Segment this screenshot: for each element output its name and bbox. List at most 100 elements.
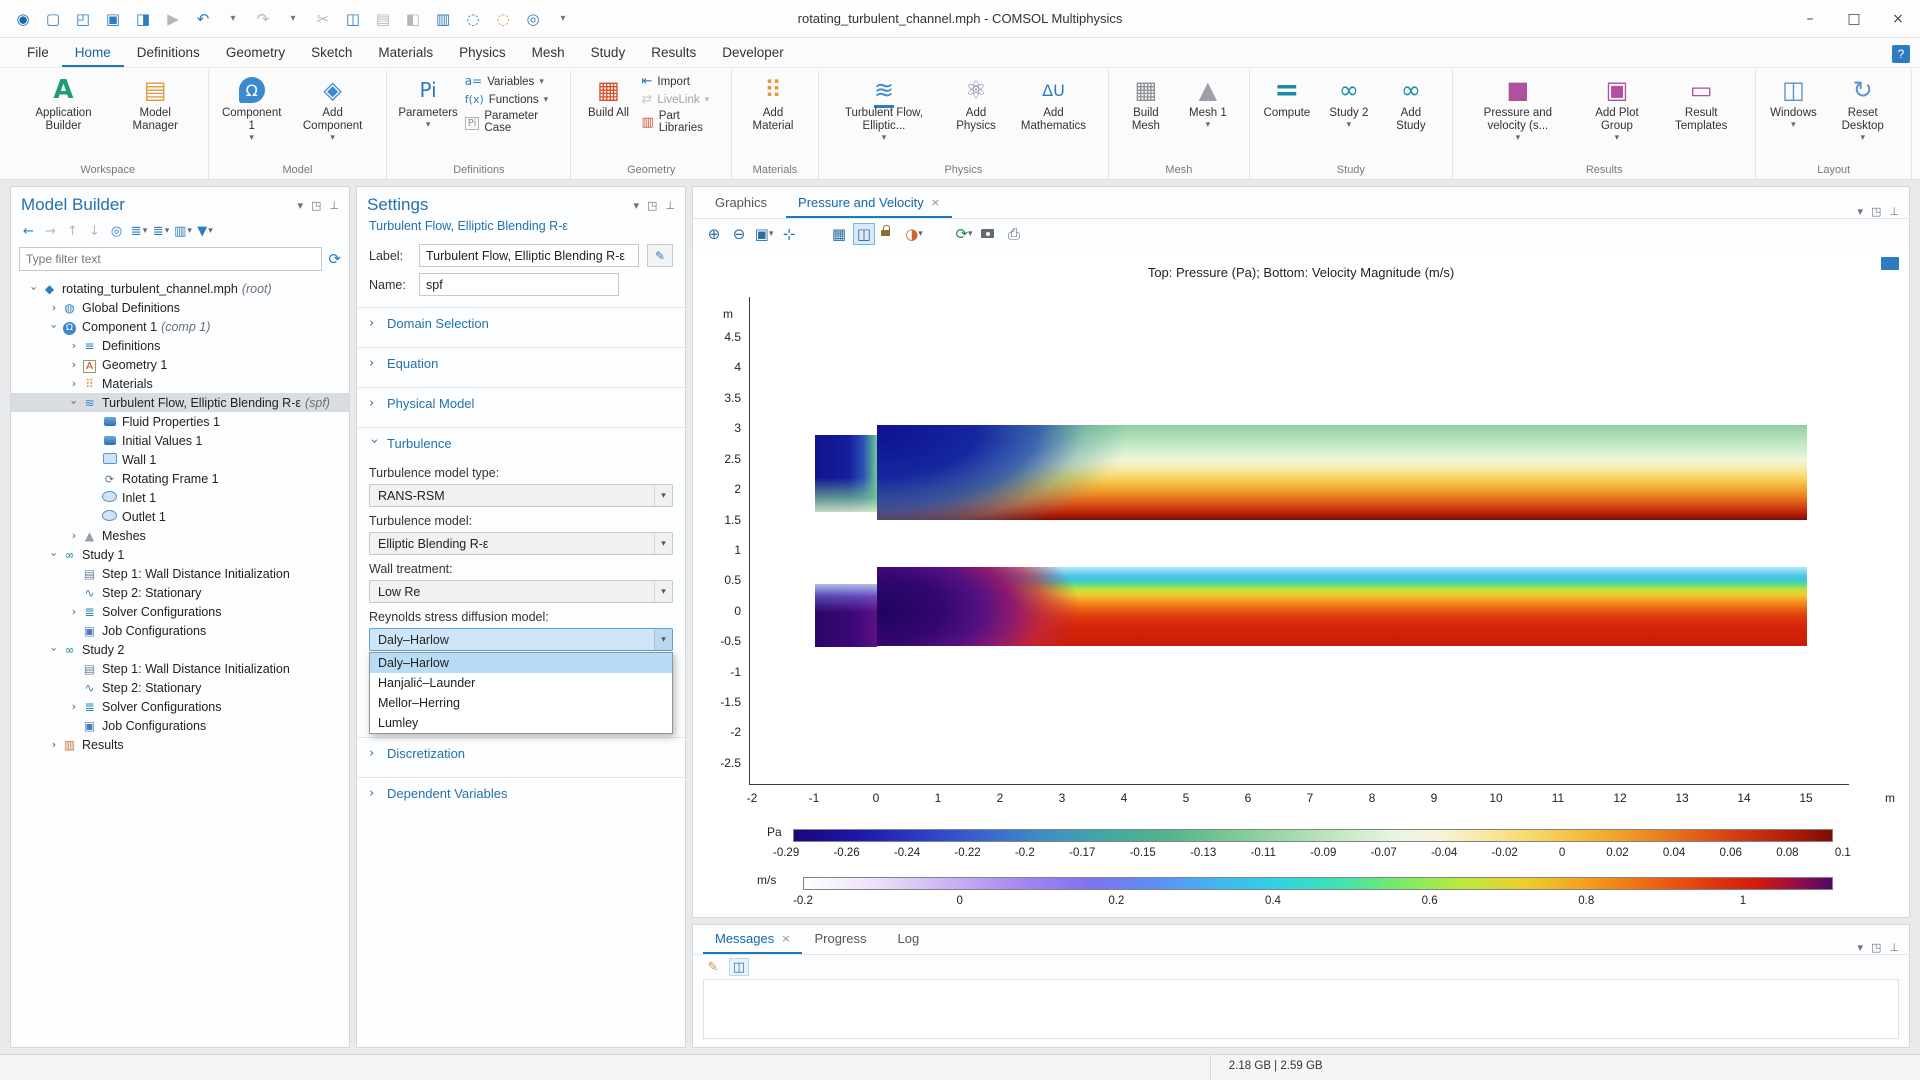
section-header[interactable]: › Dependent Variables bbox=[357, 778, 685, 809]
image-snapshot-button[interactable] bbox=[978, 223, 1000, 245]
panel-menu-icon[interactable]: ▾ bbox=[297, 199, 303, 212]
ribbon-small-button[interactable]: Import bbox=[641, 74, 723, 89]
tree-expander-icon[interactable]: › bbox=[67, 605, 81, 618]
help-button[interactable]: ? bbox=[1892, 45, 1910, 63]
ribbon-button[interactable]: Add Material bbox=[738, 72, 808, 136]
pin-panel-icon[interactable]: ⊥ bbox=[665, 199, 675, 212]
section-header[interactable]: › Turbulence bbox=[357, 428, 685, 459]
redo-button[interactable] bbox=[250, 6, 276, 32]
refresh-icon[interactable]: ⟳ bbox=[328, 250, 341, 268]
messages-content[interactable] bbox=[703, 979, 1899, 1039]
cut-button[interactable] bbox=[310, 6, 336, 32]
tree-item[interactable]: › Study 2 bbox=[11, 640, 349, 659]
copy-button[interactable] bbox=[340, 6, 366, 32]
move-up-button[interactable]: ↑ bbox=[63, 221, 83, 241]
graphics-tab[interactable]: Pressure and Velocity × bbox=[786, 189, 952, 218]
zoom-in-button[interactable] bbox=[703, 223, 725, 245]
tree-filter-input[interactable] bbox=[19, 247, 322, 271]
section-header[interactable]: › Domain Selection bbox=[357, 308, 685, 339]
show-button[interactable]: ◎ bbox=[107, 221, 127, 241]
tree-expander-icon[interactable]: › bbox=[47, 738, 61, 751]
tree-expander-icon[interactable]: › bbox=[67, 339, 81, 352]
ribbon-tab[interactable]: Sketch bbox=[298, 40, 365, 67]
select-box[interactable]: Low Re ▾ bbox=[369, 580, 673, 603]
dropdown-option[interactable]: Daly–Harlow bbox=[370, 653, 672, 673]
select-box-button[interactable] bbox=[460, 6, 486, 32]
plot-canvas[interactable]: Top: Pressure (Pa); Bottom: Velocity Mag… bbox=[693, 249, 1909, 917]
select-box[interactable]: Elliptic Blending R-ε ▾ bbox=[369, 532, 673, 555]
tree-expander-icon[interactable]: › bbox=[67, 529, 81, 542]
ribbon-tab[interactable]: Home bbox=[62, 40, 124, 67]
tree-item[interactable]: Inlet 1 bbox=[11, 488, 349, 507]
tree-item[interactable]: › Geometry 1 bbox=[11, 355, 349, 374]
ribbon-button[interactable]: Reset Desktop ▾ bbox=[1824, 72, 1901, 146]
tree-item[interactable]: Job Configurations bbox=[11, 716, 349, 735]
panel-menu-icon[interactable]: ▾ bbox=[633, 199, 639, 212]
run-button[interactable] bbox=[160, 6, 186, 32]
separator[interactable] bbox=[803, 223, 825, 245]
ribbon-button[interactable]: Model Manager bbox=[113, 72, 198, 136]
ribbon-tab[interactable]: Materials bbox=[365, 40, 446, 67]
select-box[interactable]: RANS-RSM ▾ bbox=[369, 484, 673, 507]
ribbon-button[interactable]: Compute bbox=[1256, 72, 1318, 136]
tree-item[interactable]: › Solver Configurations bbox=[11, 602, 349, 621]
ribbon-button[interactable]: Result Templates bbox=[1657, 72, 1745, 146]
float-panel-icon[interactable]: ◳ bbox=[1871, 941, 1881, 954]
messages-tab[interactable]: Progress bbox=[802, 925, 885, 954]
messages-tab[interactable]: Messages × bbox=[703, 925, 802, 954]
close-tab-icon[interactable]: × bbox=[931, 196, 940, 209]
clear-messages-icon[interactable]: ✎ bbox=[703, 958, 723, 976]
tree-item[interactable]: Fluid Properties 1 bbox=[11, 412, 349, 431]
redo-caret[interactable] bbox=[280, 6, 306, 32]
save-preview-button[interactable] bbox=[130, 6, 156, 32]
label-input[interactable] bbox=[419, 244, 639, 267]
forward-button[interactable]: → bbox=[41, 221, 61, 241]
axes-toggle-button[interactable] bbox=[828, 223, 850, 245]
tree-expander-icon[interactable]: › bbox=[68, 396, 81, 410]
ribbon-small-button[interactable]: Functions ▾ bbox=[465, 92, 563, 107]
name-input[interactable] bbox=[419, 273, 619, 296]
tree-item[interactable]: › Turbulent Flow, Elliptic Blending R-ε … bbox=[11, 393, 349, 412]
undo-button[interactable] bbox=[190, 6, 216, 32]
tree-item[interactable]: Rotating Frame 1 bbox=[11, 469, 349, 488]
lock-axes-button[interactable] bbox=[878, 223, 900, 245]
dropdown-option[interactable]: Hanjalić–Launder bbox=[370, 673, 672, 693]
ribbon-button[interactable]: Study 2 ▾ bbox=[1318, 72, 1380, 136]
tree-expander-icon[interactable]: › bbox=[67, 377, 81, 390]
tree-expander-icon[interactable]: › bbox=[48, 320, 61, 334]
tree-item[interactable]: › Study 1 bbox=[11, 545, 349, 564]
tree-item[interactable]: Step 1: Wall Distance Initialization bbox=[11, 659, 349, 678]
ribbon-tab[interactable]: Definitions bbox=[124, 40, 213, 67]
ribbon-button[interactable]: Windows ▾ bbox=[1762, 72, 1824, 146]
pin-panel-icon[interactable]: ⊥ bbox=[329, 199, 339, 212]
ribbon-button[interactable]: Pressure and velocity (s... ▾ bbox=[1459, 72, 1577, 146]
zoom-extents-button[interactable] bbox=[778, 223, 800, 245]
maximize-button[interactable]: □ bbox=[1832, 0, 1876, 37]
float-panel-icon[interactable]: ◳ bbox=[1871, 205, 1881, 218]
rename-button[interactable]: ✎ bbox=[647, 244, 673, 267]
delete-button[interactable] bbox=[430, 6, 456, 32]
print-button[interactable] bbox=[1003, 223, 1025, 245]
ribbon-tab[interactable]: Study bbox=[578, 40, 639, 67]
tree-expander-icon[interactable]: › bbox=[67, 358, 81, 371]
tree-item[interactable]: Outlet 1 bbox=[11, 507, 349, 526]
panel-menu-icon[interactable]: ▾ bbox=[1857, 941, 1863, 954]
dropdown-option[interactable]: Mellor–Herring bbox=[370, 693, 672, 713]
float-panel-icon[interactable]: ◳ bbox=[311, 199, 321, 212]
dropdown-option[interactable]: Lumley bbox=[370, 713, 672, 733]
tree-item[interactable]: › Meshes bbox=[11, 526, 349, 545]
quick-access-overflow[interactable] bbox=[550, 6, 576, 32]
pin-panel-icon[interactable]: ⊥ bbox=[1889, 941, 1899, 954]
ribbon-button[interactable]: Build All bbox=[577, 72, 639, 123]
tree-item[interactable]: Job Configurations bbox=[11, 621, 349, 640]
section-header[interactable]: › Physical Model bbox=[357, 388, 685, 419]
find-button[interactable] bbox=[520, 6, 546, 32]
tree-item[interactable]: › Solver Configurations bbox=[11, 697, 349, 716]
new-file-button[interactable] bbox=[40, 6, 66, 32]
duplicate-button[interactable] bbox=[400, 6, 426, 32]
section-header[interactable]: › Discretization bbox=[357, 738, 685, 769]
expand-all-button[interactable]: ≣ ▾ bbox=[129, 221, 149, 241]
ribbon-button[interactable]: Parameters ▾ bbox=[393, 72, 462, 133]
save-button[interactable] bbox=[100, 6, 126, 32]
close-tab-icon[interactable]: × bbox=[781, 932, 790, 945]
